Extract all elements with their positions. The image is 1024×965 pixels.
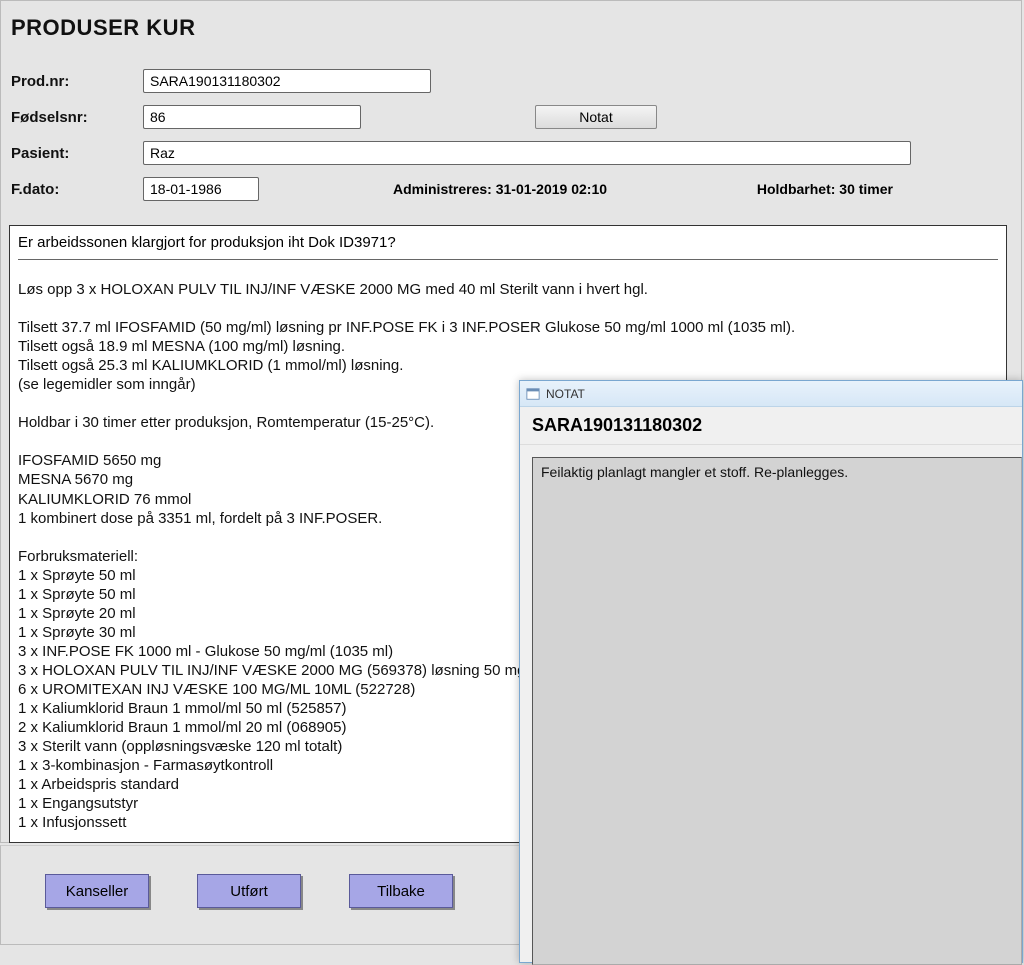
- prodnr-input[interactable]: [143, 69, 431, 93]
- notat-button-wrap: Notat: [535, 105, 657, 129]
- form-rows: Prod.nr: Fødselsnr: Notat Pasient: F.dat…: [11, 63, 1013, 207]
- notat-window: NOTAT SARA190131180302 Feilaktig planlag…: [519, 380, 1023, 963]
- tilbake-button[interactable]: Tilbake: [349, 874, 453, 908]
- label-fdato: F.dato:: [11, 181, 143, 198]
- notat-titlebar-text: NOTAT: [546, 387, 585, 401]
- instructions-question: Er arbeidssonen klargjort for produksjon…: [18, 232, 998, 255]
- fdato-input[interactable]: [143, 177, 259, 201]
- row-prodnr: Prod.nr:: [11, 63, 1013, 99]
- holdbarhet-value: 30 timer: [839, 181, 893, 197]
- pasient-input[interactable]: [143, 141, 911, 165]
- kanseller-button[interactable]: Kanseller: [45, 874, 149, 908]
- row-fdato: F.dato: Administreres: 31-01-2019 02:10 …: [11, 171, 1013, 207]
- label-fodselsnr: Fødselsnr:: [11, 109, 143, 126]
- holdbarhet-text-label: Holdbarhet:: [757, 181, 839, 197]
- instructions-divider: [18, 259, 998, 260]
- page-title: PRODUSER KUR: [11, 15, 1013, 41]
- label-pasient: Pasient:: [11, 145, 143, 162]
- notat-header: SARA190131180302: [520, 407, 1022, 445]
- notat-button[interactable]: Notat: [535, 105, 657, 129]
- holdbarhet-label: Holdbarhet: 30 timer: [757, 181, 893, 197]
- window-icon: [526, 387, 540, 401]
- notat-titlebar[interactable]: NOTAT: [520, 381, 1022, 407]
- row-fodselsnr: Fødselsnr: Notat: [11, 99, 1013, 135]
- administreres-value: 31-01-2019 02:10: [496, 181, 607, 197]
- fodselsnr-input[interactable]: [143, 105, 361, 129]
- notat-content-textarea[interactable]: Feilaktig planlagt mangler et stoff. Re-…: [532, 457, 1022, 965]
- administreres-text-label: Administreres:: [393, 181, 496, 197]
- row-pasient: Pasient:: [11, 135, 1013, 171]
- label-prodnr: Prod.nr:: [11, 73, 143, 90]
- administreres-label: Administreres: 31-01-2019 02:10: [393, 181, 607, 197]
- utfort-button[interactable]: Utført: [197, 874, 301, 908]
